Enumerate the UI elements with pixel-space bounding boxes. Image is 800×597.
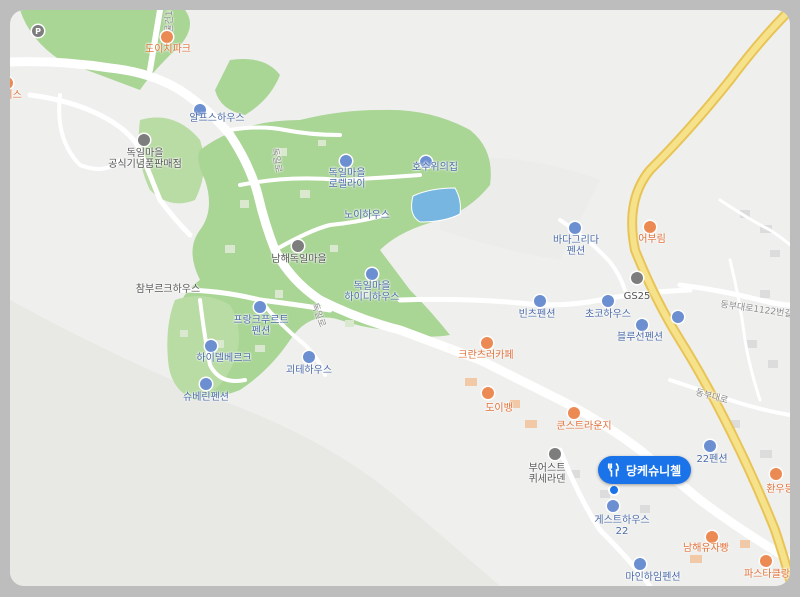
lodging-icon[interactable]	[534, 295, 546, 307]
restaurant-icon[interactable]	[706, 531, 718, 543]
place-label[interactable]: 파스타클랑	[744, 569, 790, 580]
restaurant-icon[interactable]	[760, 555, 772, 567]
lodging-icon[interactable]	[303, 351, 315, 363]
place-label[interactable]: 부어스트 퀴세라덴	[529, 463, 566, 485]
place-label[interactable]: 어부림	[638, 234, 666, 245]
place-label[interactable]: 22펜션	[696, 454, 727, 465]
place-label[interactable]: 프랑크푸르트 펜션	[233, 315, 288, 337]
place-label[interactable]: 독일마을 공식기념품판매점	[108, 148, 182, 170]
place-label[interactable]: 크란츠러카페	[458, 350, 513, 361]
lodging-icon[interactable]	[200, 378, 212, 390]
restaurant-icon[interactable]	[644, 221, 656, 233]
lodging-icon[interactable]	[254, 301, 266, 313]
restaurant-icon	[607, 463, 619, 477]
cafe-icon[interactable]	[481, 337, 493, 349]
shop-icon[interactable]	[549, 448, 561, 460]
place-label[interactable]: 초코하우스	[585, 309, 631, 320]
parking-icon[interactable]: P	[32, 25, 44, 37]
lodging-icon[interactable]	[636, 319, 648, 331]
selected-place-marker[interactable]: 당케슈니첼	[598, 456, 692, 484]
place-label[interactable]: 블루선펜션	[617, 332, 663, 343]
place-label[interactable]: 도이치파크	[145, 44, 191, 55]
place-label[interactable]: 빈츠펜션	[519, 309, 556, 320]
place-label[interactable]: 나니스	[10, 90, 22, 101]
restaurant-icon[interactable]	[482, 387, 494, 399]
road	[728, 258, 762, 402]
place-label[interactable]: 남해유자빵	[683, 543, 729, 554]
lodging-icon[interactable]	[205, 340, 217, 352]
landmark-icon[interactable]	[292, 240, 304, 252]
lodging-icon[interactable]	[634, 558, 646, 570]
place-label[interactable]: 환우등	[766, 484, 790, 495]
place-label[interactable]: GS25	[624, 291, 651, 302]
selected-place-name: 당케슈니첼	[626, 463, 682, 478]
place-label[interactable]: 마인하임펜션	[625, 572, 680, 583]
road	[668, 378, 790, 417]
road-label: 물건1리	[164, 10, 175, 33]
map-canvas[interactable]	[10, 10, 790, 586]
bus-stop-icon[interactable]	[672, 311, 684, 323]
restaurant-icon[interactable]	[770, 468, 782, 480]
park-area	[215, 59, 280, 115]
place-label[interactable]: 하이델베르크	[196, 353, 251, 364]
lodging-icon[interactable]	[704, 440, 716, 452]
place-label[interactable]: 괴테하우스	[286, 365, 332, 376]
shop-icon[interactable]	[138, 134, 150, 146]
place-label[interactable]: 바다그리다 펜션	[553, 235, 599, 257]
place-label[interactable]: 참부르크하우스	[136, 284, 200, 295]
place-label[interactable]: 남해독일마을	[271, 254, 326, 265]
place-label[interactable]: 호수위의집	[412, 162, 458, 173]
lodging-icon[interactable]	[340, 155, 352, 167]
restaurant-icon[interactable]	[568, 407, 580, 419]
lake	[411, 187, 461, 223]
place-label[interactable]: 독일마을 로렐라이	[329, 168, 366, 190]
convenience-store-icon[interactable]	[631, 272, 643, 284]
lodging-icon[interactable]	[366, 268, 378, 280]
place-label[interactable]: 독일마을 하이디하우스	[344, 281, 399, 303]
place-label[interactable]: 게스트하우스 22	[594, 515, 649, 537]
road	[718, 198, 790, 247]
place-label[interactable]: 도이뱅	[485, 403, 513, 414]
place-label[interactable]: 슈베린펜션	[183, 392, 229, 403]
selected-marker-dot	[608, 484, 620, 496]
place-label[interactable]: 알프스하우스	[189, 113, 244, 124]
lodging-icon[interactable]	[607, 500, 619, 512]
lodging-icon[interactable]	[602, 295, 614, 307]
map-frame[interactable]: 물건1리 독일로 독일로 동부대로1122번길 동부대로 P 도이치파크 나니스…	[10, 10, 790, 586]
restaurant-icon[interactable]	[161, 31, 173, 43]
lodging-icon[interactable]	[569, 222, 581, 234]
place-label[interactable]: 쿤스트라운지	[556, 421, 611, 432]
place-label[interactable]: 노이하우스	[344, 210, 390, 221]
